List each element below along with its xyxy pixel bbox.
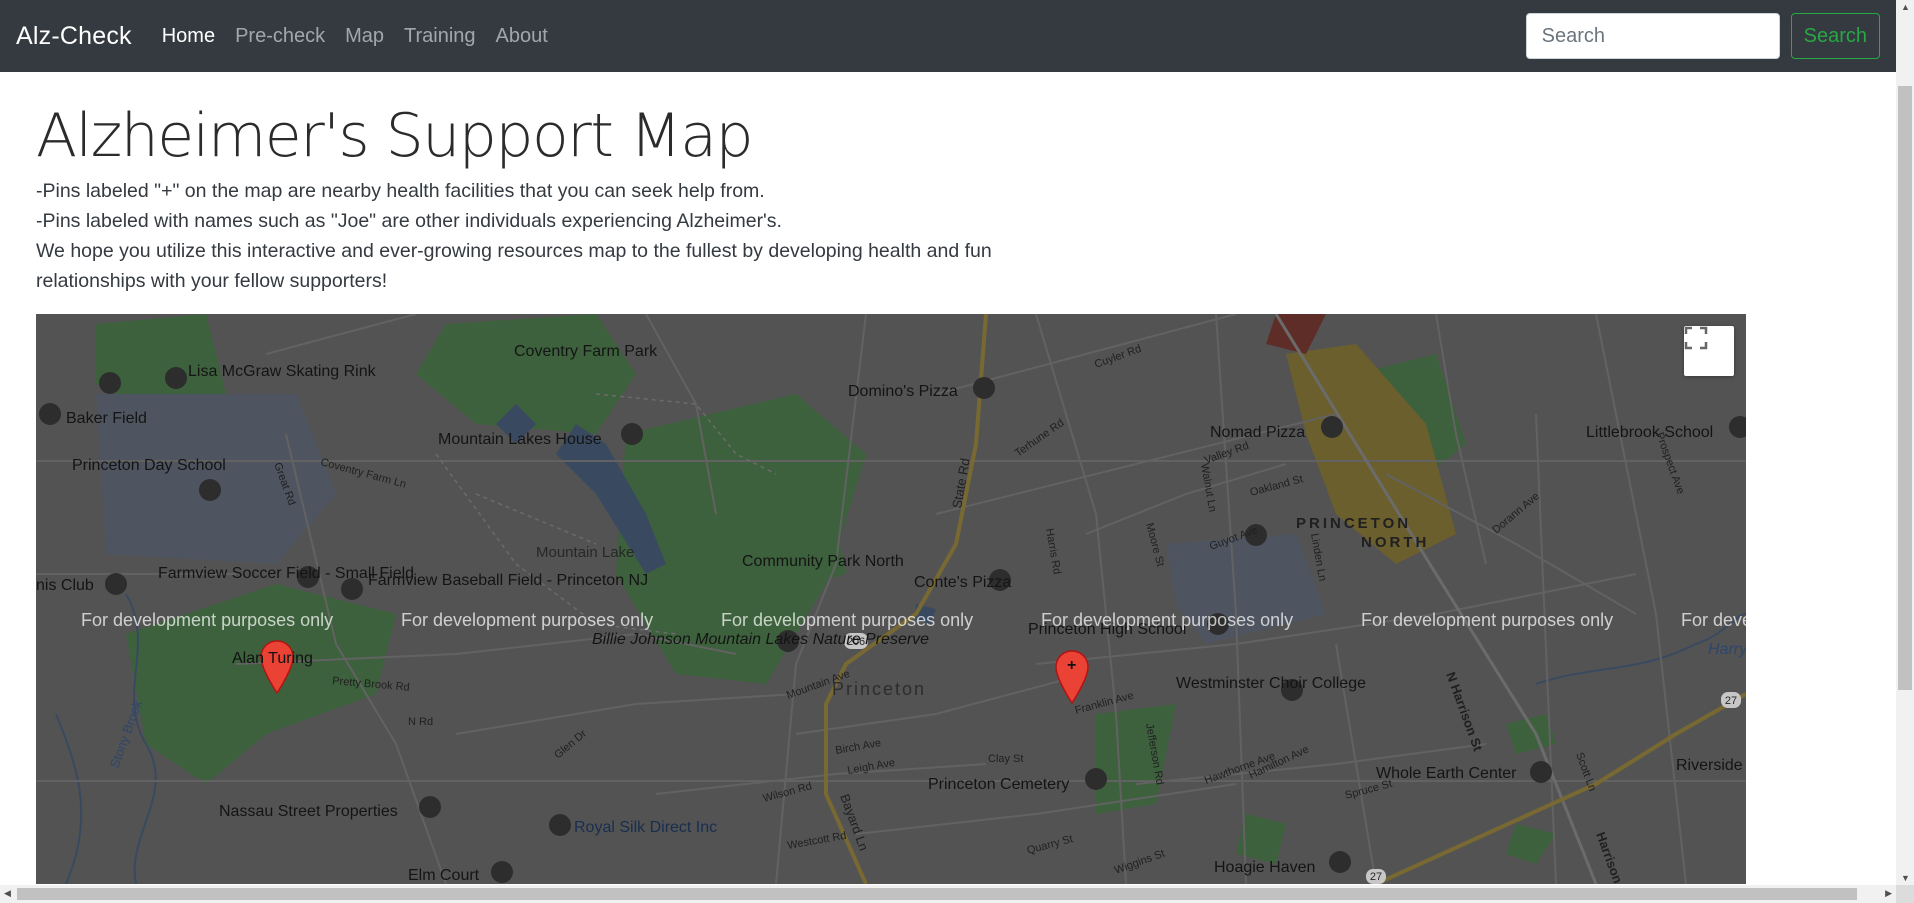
scroll-up-icon[interactable]: ▲ — [1901, 2, 1910, 12]
vertical-scroll-thumb[interactable] — [1898, 86, 1912, 690]
page-description: -Pins labeled "+" on the map are nearby … — [36, 176, 1046, 296]
nav-home[interactable]: Home — [162, 25, 215, 48]
nav-pre-check[interactable]: Pre-check — [235, 25, 325, 48]
fullscreen-icon — [1684, 326, 1708, 350]
scrollbar-corner — [1896, 885, 1914, 903]
top-navbar: Alz-Check Home Pre-check Map Training Ab… — [0, 0, 1896, 72]
horizontal-scroll-thumb[interactable] — [17, 888, 1857, 900]
vertical-scrollbar[interactable]: ▲ ▼ — [1896, 0, 1914, 885]
nav-about[interactable]: About — [496, 25, 548, 48]
map-tiles[interactable]: 206 27 27 — [36, 314, 1746, 884]
user-pin-icon[interactable] — [260, 640, 294, 694]
facility-pin-icon[interactable] — [1055, 650, 1089, 704]
support-map[interactable]: 206 27 27 — [36, 314, 1746, 884]
search-input[interactable] — [1525, 13, 1780, 59]
description-line-individuals: -Pins labeled with names such as "Joe" a… — [36, 210, 782, 232]
horizontal-scrollbar[interactable]: ◀ ▶ — [0, 885, 1896, 903]
description-line-facilities: -Pins labeled "+" on the map are nearby … — [36, 180, 765, 202]
fullscreen-button[interactable] — [1684, 326, 1734, 376]
nav-map[interactable]: Map — [345, 25, 384, 48]
search-form: Search — [1525, 13, 1880, 59]
search-button[interactable]: Search — [1790, 13, 1880, 59]
description-line-closing: We hope you utilize this interactive and… — [36, 240, 992, 292]
nav-training[interactable]: Training — [404, 25, 476, 48]
scroll-right-icon[interactable]: ▶ — [1885, 888, 1892, 899]
scroll-left-icon[interactable]: ◀ — [4, 888, 11, 899]
page-title: Alzheimer's Support Map — [36, 101, 754, 171]
scroll-down-icon[interactable]: ▼ — [1901, 873, 1910, 883]
brand-logo[interactable]: Alz-Check — [16, 22, 132, 51]
